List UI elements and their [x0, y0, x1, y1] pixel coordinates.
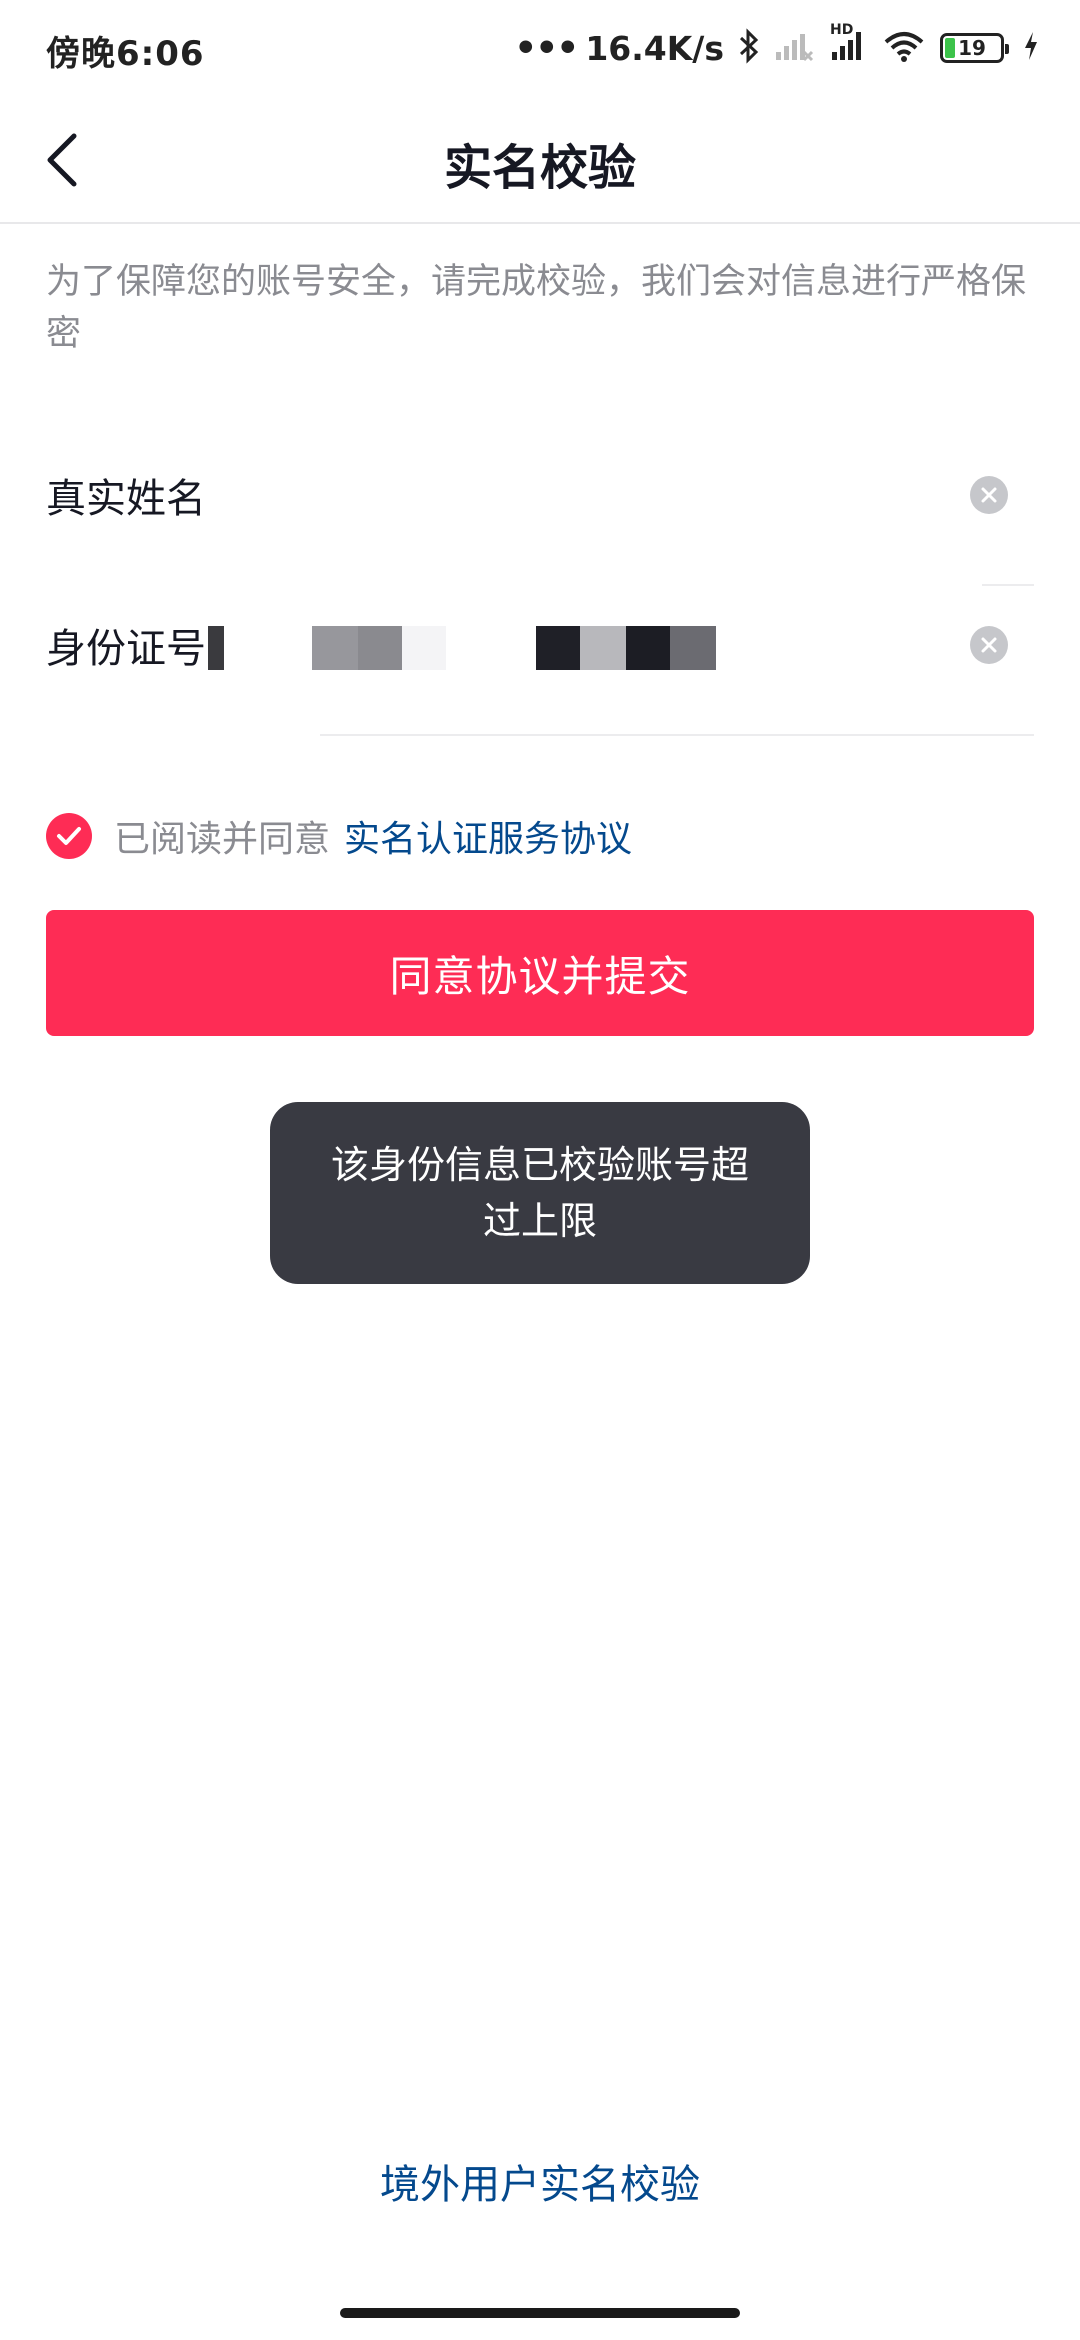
status-time: 傍晚6:06 — [46, 34, 205, 74]
battery-percent: 19 — [958, 36, 986, 60]
page-title: 实名校验 — [443, 140, 636, 196]
agreement-text: 已阅读并同意 — [114, 819, 331, 860]
status-icons: ••• 16.4K/s HD 19 — [514, 22, 1040, 74]
check-icon — [57, 827, 81, 845]
agreement-link[interactable]: 实名认证服务协议 — [344, 810, 632, 862]
bluetooth-icon — [738, 28, 760, 68]
hd-label: HD — [830, 22, 854, 38]
agreement-checkbox[interactable] — [46, 813, 92, 859]
toast-message: 该身份信息已校验账号超过上限 — [330, 1143, 749, 1243]
real-name-input[interactable] — [308, 465, 1036, 525]
home-indicator[interactable] — [340, 2308, 740, 2318]
wifi-icon — [882, 28, 926, 68]
battery-icon: 19 — [940, 33, 1009, 63]
nav-bar: 实名校验 — [0, 96, 1080, 224]
network-speed: 16.4K/s — [585, 28, 724, 68]
real-name-label: 真实姓名 — [46, 476, 206, 522]
signal-icon-sim2 — [774, 28, 814, 68]
charging-icon — [1022, 30, 1040, 66]
clear-id-icon[interactable] — [970, 626, 1008, 664]
clear-name-icon[interactable] — [970, 476, 1008, 514]
id-number-label: 身份证号 — [46, 626, 206, 672]
signal-icon-sim1: HD — [828, 22, 868, 68]
agreement-row: 已阅读并同意 实名认证服务协议 — [46, 808, 632, 864]
notification-dots: ••• — [514, 27, 579, 69]
overseas-verification-link[interactable]: 境外用户实名校验 — [0, 2152, 1080, 2210]
divider — [320, 734, 1034, 736]
error-toast: 该身份信息已校验账号超过上限 — [270, 1102, 810, 1284]
status-bar: 傍晚6:06 ••• 16.4K/s HD 19 — [0, 0, 1080, 96]
real-name-row: 真实姓名 — [46, 420, 1036, 570]
submit-button[interactable]: 同意协议并提交 — [46, 910, 1034, 1036]
security-tip: 为了保障您的账号安全，请完成校验，我们会对信息进行严格保密 — [46, 262, 1027, 354]
